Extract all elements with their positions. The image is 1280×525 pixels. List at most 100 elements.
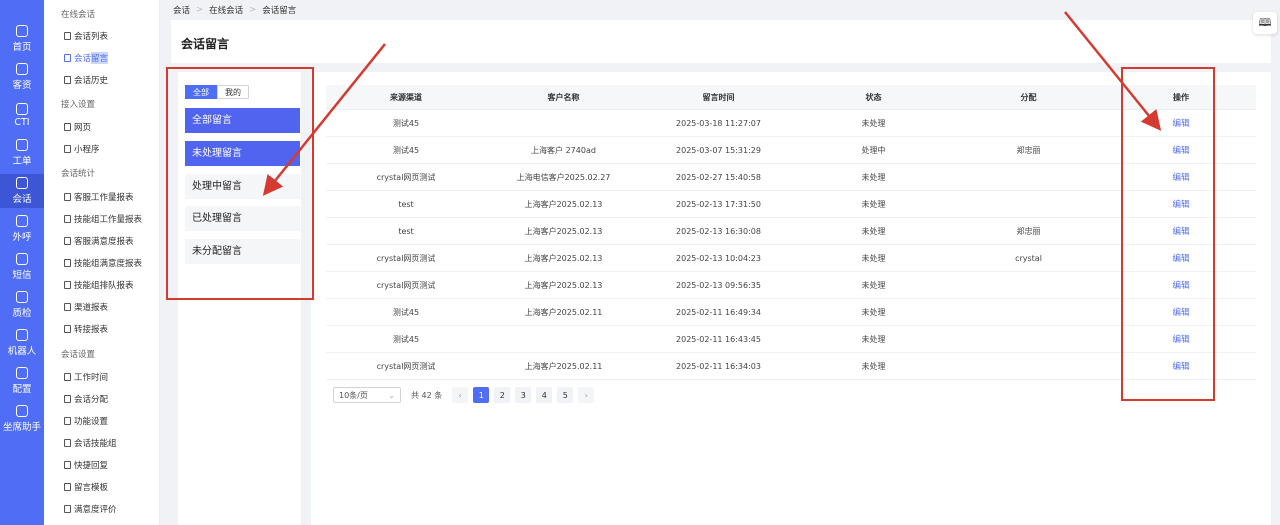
cell-source: 测试45	[392, 307, 420, 317]
breadcrumb-item[interactable]: 在线会话	[209, 4, 243, 16]
cell-assign	[951, 299, 1106, 325]
submenu-item-quick-reply[interactable]: 快捷回复	[64, 459, 108, 471]
prev-page-button[interactable]: ‹	[452, 387, 469, 403]
header-time: 留言时间	[702, 92, 735, 102]
cell-time: 2025-02-13 17:31:50	[676, 199, 761, 209]
page-title: 会话留言	[181, 37, 230, 51]
submenu-item-mini-program[interactable]: 小程序	[64, 143, 100, 155]
edit-link[interactable]: 编辑	[1172, 171, 1189, 183]
rail-item-label: 外呼	[12, 232, 32, 243]
rail-item-0[interactable]: 首页	[0, 22, 44, 56]
edit-link[interactable]: 编辑	[1172, 144, 1189, 156]
submenu-item-stats-6[interactable]: 渠道报表	[64, 301, 108, 313]
edit-link[interactable]: 编辑	[1172, 117, 1189, 129]
scope-all-button[interactable]: 全部	[185, 85, 217, 99]
page-button-1[interactable]: 1	[473, 387, 490, 403]
submenu-item-session-list[interactable]: 会话列表	[64, 30, 108, 42]
breadcrumb-item[interactable]: 会话	[173, 4, 190, 16]
page-button-3[interactable]: 3	[515, 387, 532, 403]
cell-time: 2025-02-13 09:56:35	[676, 280, 761, 290]
doc-icon	[64, 215, 71, 223]
rail-item-9[interactable]: 配置	[0, 364, 44, 398]
table-row: test 上海客户2025.02.13 2025-02-13 17:31:50 未处理…	[326, 191, 1256, 218]
submenu-item-stats-2[interactable]: 技能组工作量报表	[64, 213, 142, 225]
filter-unprocessed[interactable]: 未处理留言	[185, 141, 300, 166]
rail-item-label: 工单	[12, 156, 32, 167]
table-row: test 上海客户2025.02.13 2025-02-13 16:30:08 未处理…	[326, 218, 1256, 245]
page-button-5[interactable]: 5	[557, 387, 574, 403]
doc-icon	[64, 395, 71, 403]
rail-item-7[interactable]: 质检	[0, 288, 44, 322]
edit-link[interactable]: 编辑	[1172, 333, 1189, 345]
cell-assign: 郑忠丽	[1016, 226, 1041, 236]
rail-item-label: 首页	[12, 42, 32, 53]
chevron-down-icon: ⌄	[388, 390, 395, 400]
table-row: crystal网页测试 上海客户2025.02.13 2025-02-13 10:0…	[326, 245, 1256, 272]
submenu-item-features[interactable]: 功能设置	[64, 415, 108, 427]
table-row: 测试45 上海客户 2740ad 2025-03-07 15:31:29 处理中 郑忠丽…	[326, 137, 1256, 164]
submenu-item-satisfaction[interactable]: 满意度评价	[64, 503, 117, 515]
rail-item-6[interactable]: 短信	[0, 250, 44, 284]
edit-link[interactable]: 编辑	[1172, 252, 1189, 264]
rail-item-10[interactable]: 坐席助手	[0, 402, 44, 436]
submenu-item-session-history[interactable]: 会话历史	[64, 74, 108, 86]
header-assign: 分配	[1020, 92, 1037, 102]
next-page-button[interactable]: ›	[578, 387, 595, 403]
doc-icon	[64, 76, 71, 84]
cell-assign	[951, 191, 1106, 217]
cell-assign	[951, 164, 1106, 190]
submenu-item-assignment[interactable]: 会话分配	[64, 393, 108, 405]
submenu-item-skill-groups[interactable]: 会话技能组	[64, 437, 117, 449]
filter-all-messages[interactable]: 全部留言	[185, 108, 300, 133]
page-button-2[interactable]: 2	[494, 387, 511, 403]
submenu-item-work-time[interactable]: 工作时间	[64, 371, 108, 383]
page-size-select[interactable]: 10条/页 ⌄	[333, 387, 401, 403]
submenu-item-session-message[interactable]: 会话 留言	[64, 52, 109, 64]
filter-processed[interactable]: 已处理留言	[185, 206, 300, 231]
rail-item-label: 会话	[12, 194, 32, 205]
submenu-item-stats-3[interactable]: 客服满意度报表	[64, 235, 134, 247]
book-icon[interactable]: 🕮	[1253, 12, 1277, 34]
rail-item-8[interactable]: 机器人	[0, 326, 44, 360]
cell-assign	[951, 353, 1106, 379]
submenu-item-stats-7[interactable]: 转接报表	[64, 323, 108, 335]
submenu-item-stats-1[interactable]: 客服工作量报表	[64, 191, 134, 203]
cell-source: crystal网页测试	[376, 361, 436, 371]
submenu-item-web[interactable]: 网页	[64, 121, 91, 133]
rail-item-5[interactable]: 外呼	[0, 212, 44, 246]
rail-item-2[interactable]: CTI	[0, 98, 44, 132]
rail-item-label: 配置	[12, 384, 32, 395]
header-action: 操作	[1173, 92, 1189, 102]
pagination: 10条/页 ⌄ 共 42 条 ‹ 1 2 3 4 5 ›	[333, 387, 599, 403]
rail-item-4[interactable]: 会话	[0, 174, 44, 208]
submenu-item-stats-5[interactable]: 技能组排队报表	[64, 279, 134, 291]
edit-link[interactable]: 编辑	[1172, 225, 1189, 237]
rail-item-3[interactable]: 工单	[0, 136, 44, 170]
cell-source: crystal网页测试	[376, 280, 436, 290]
edit-link[interactable]: 编辑	[1172, 279, 1189, 291]
cell-source: 测试45	[392, 118, 420, 128]
submenu-item-stats-4[interactable]: 技能组满意度报表	[64, 257, 142, 269]
cell-status: 未处理	[861, 172, 886, 182]
rail-item-label: 短信	[12, 270, 32, 281]
cell-time: 2025-03-07 15:31:29	[676, 145, 761, 155]
page-button-4[interactable]: 4	[536, 387, 553, 403]
cell-action: 编辑	[1106, 326, 1256, 352]
rail-item-1[interactable]: 客资	[0, 60, 44, 94]
cell-status: 未处理	[861, 280, 886, 290]
submenu-item-message-template[interactable]: 留言模板	[64, 481, 108, 493]
cell-status: 未处理	[861, 199, 886, 209]
ticket-icon	[16, 139, 28, 151]
breadcrumb: 会话 > 在线会话 > 会话留言	[173, 4, 296, 16]
doc-icon	[64, 461, 71, 469]
edit-link[interactable]: 编辑	[1172, 198, 1189, 210]
cell-customer: 上海客户2025.02.13	[524, 253, 603, 263]
filter-unassigned[interactable]: 未分配留言	[185, 239, 300, 264]
cell-customer: 上海客户2025.02.11	[524, 361, 603, 371]
edit-link[interactable]: 编辑	[1172, 306, 1189, 318]
scope-mine-button[interactable]: 我的	[217, 85, 249, 99]
filter-processing[interactable]: 处理中留言	[185, 174, 300, 199]
cti-icon	[16, 102, 28, 115]
edit-link[interactable]: 编辑	[1172, 360, 1189, 372]
header-status: 状态	[865, 92, 882, 102]
